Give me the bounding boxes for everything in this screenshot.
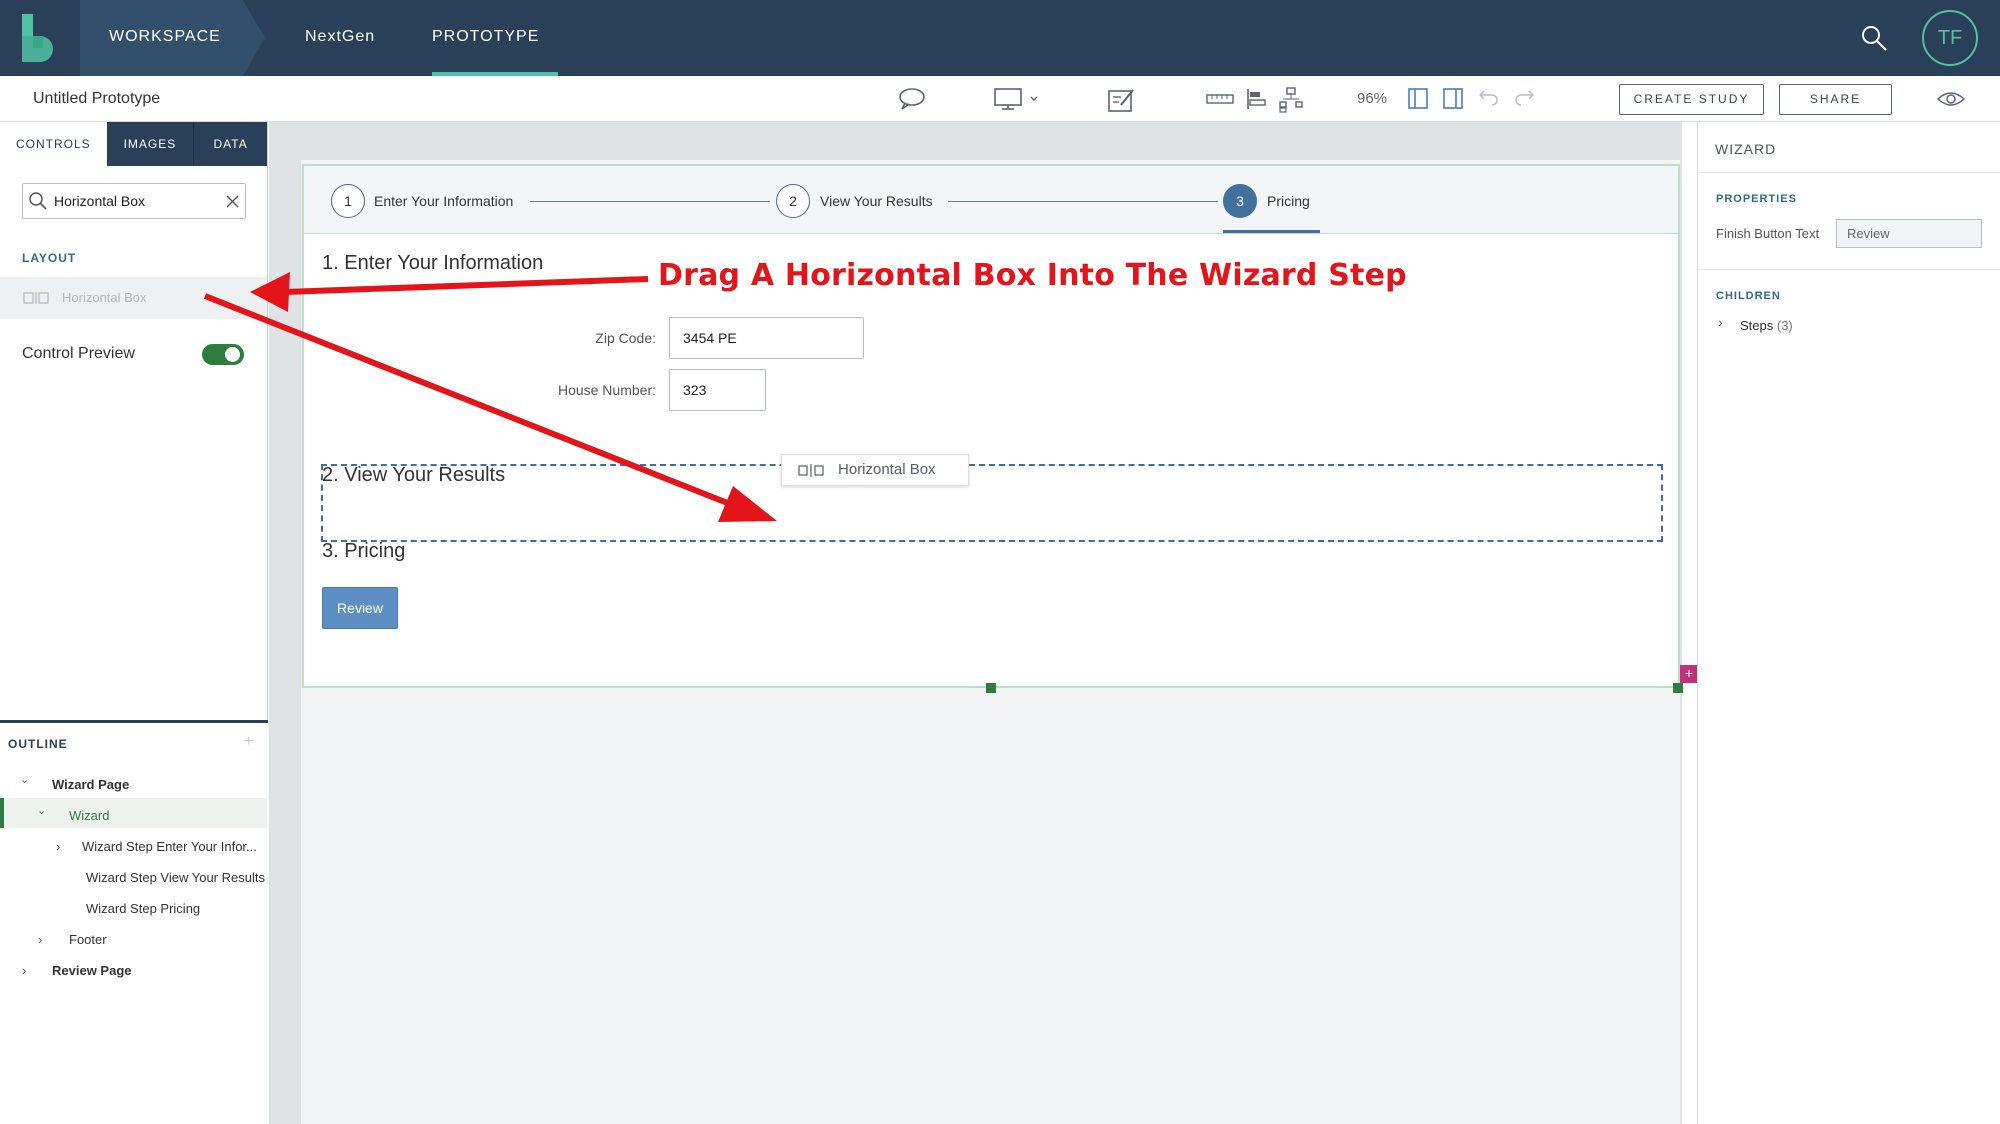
dragged-horizontal-box[interactable]: Horizontal Box — [781, 454, 969, 486]
align-icon[interactable] — [1245, 87, 1267, 111]
horizontal-box-control[interactable]: Horizontal Box — [0, 277, 267, 319]
control-preview-toggle[interactable] — [202, 344, 244, 365]
chevron-down-icon[interactable]: ⌄ — [20, 773, 29, 786]
resize-handle-bottom[interactable] — [986, 683, 996, 693]
layout-section-label: LAYOUT — [22, 251, 77, 265]
wizard-step-drop-zone[interactable] — [321, 464, 1663, 542]
outline-step-view[interactable]: Wizard Step View Your Results — [86, 870, 265, 885]
outline-step-pricing[interactable]: Wizard Step Pricing — [86, 901, 200, 916]
ruler-icon[interactable] — [1205, 87, 1235, 111]
tab-controls[interactable]: CONTROLS — [0, 122, 107, 166]
selected-control-title: WIZARD — [1715, 141, 1777, 157]
chevron-right-icon[interactable]: › — [22, 963, 26, 978]
step-2-label[interactable]: View Your Results — [820, 184, 933, 218]
resize-handle-corner[interactable] — [1673, 683, 1683, 693]
prototype-title[interactable]: Untitled Prototype — [33, 76, 160, 122]
edit-notes-icon[interactable] — [1107, 87, 1135, 113]
left-panel-toggle-icon[interactable] — [1407, 87, 1429, 111]
chevron-right-icon[interactable]: › — [56, 839, 60, 854]
outline-footer[interactable]: Footer — [69, 932, 107, 947]
add-outline-icon[interactable]: + — [244, 733, 253, 751]
search-value: Horizontal Box — [54, 193, 146, 209]
finish-button-text-label: Finish Button Text — [1716, 226, 1820, 241]
nav-prototype-label: PROTOTYPE — [432, 28, 540, 45]
review-button[interactable]: Review — [322, 587, 398, 629]
active-step-indicator — [1223, 230, 1320, 233]
user-avatar[interactable]: TF — [1922, 10, 1978, 66]
steps-label: Steps — [1740, 318, 1774, 333]
share-button[interactable]: SHARE — [1779, 84, 1892, 115]
step-3-label[interactable]: Pricing — [1267, 184, 1310, 218]
control-search-input[interactable]: Horizontal Box — [22, 183, 246, 219]
step-connector — [948, 201, 1218, 202]
outline-panel: OUTLINE + ⌄ Wizard Page ⌄ Wizard › Wizar… — [0, 720, 268, 1124]
search-icon[interactable] — [1860, 24, 1888, 52]
top-nav-bar: WORKSPACE NextGen PROTOTYPE⌄ TF — [0, 0, 2000, 115]
section-view-results-title: 2. View Your Results — [322, 464, 506, 486]
zip-code-input[interactable]: 3454 PE — [669, 317, 864, 359]
finish-button-text-input[interactable]: Review — [1836, 219, 1982, 248]
toolbar: Untitled Prototype 96% CREATE STUDY SHAR… — [0, 76, 2000, 122]
outline-review-page[interactable]: Review Page — [52, 963, 132, 978]
app-logo-icon[interactable] — [20, 14, 58, 62]
clear-icon[interactable] — [226, 195, 239, 208]
horizontal-box-icon — [798, 464, 824, 477]
panel-tabs: CONTROLS IMAGES DATA — [0, 122, 267, 166]
dragged-horizontal-box-label: Horizontal Box — [838, 461, 936, 478]
zoom-level[interactable]: 96% — [1357, 76, 1387, 122]
nav-workspace[interactable]: WORKSPACE — [109, 0, 221, 76]
chevron-down-icon[interactable]: ⌄ — [37, 804, 46, 817]
house-number-label: House Number: — [557, 382, 656, 398]
add-section-icon[interactable]: + — [1680, 665, 1698, 683]
properties-section-label: PROPERTIES — [1716, 193, 1797, 205]
children-steps[interactable]: Steps (3) — [1740, 318, 1793, 333]
comment-icon[interactable] — [898, 87, 926, 111]
left-panel: CONTROLS IMAGES DATA Horizontal Box LAYO… — [0, 122, 268, 1124]
create-study-button[interactable]: CREATE STUDY — [1619, 84, 1764, 115]
wizard-step-bar: 1 Enter Your Information 2 View Your Res… — [304, 166, 1678, 234]
nav-nextgen[interactable]: NextGen — [305, 0, 375, 76]
step-2-circle[interactable]: 2 — [776, 184, 810, 218]
tab-data[interactable]: DATA — [194, 122, 267, 166]
chevron-right-icon[interactable]: › — [38, 932, 42, 947]
divider — [1698, 269, 2000, 270]
section-pricing-title: 3. Pricing — [322, 540, 406, 562]
steps-count: (3) — [1776, 318, 1793, 333]
search-icon — [29, 192, 47, 210]
children-section-label: CHILDREN — [1716, 290, 1781, 302]
redo-icon[interactable] — [1513, 87, 1535, 107]
annotation-instruction: Drag A Horizontal Box Into The Wizard St… — [658, 258, 1407, 293]
preview-eye-icon[interactable] — [1936, 90, 1966, 108]
step-3-circle[interactable]: 3 — [1223, 184, 1257, 218]
section-enter-info-title: 1. Enter Your Information — [322, 252, 544, 274]
house-number-input[interactable]: 323 — [669, 369, 766, 411]
step-1-circle[interactable]: 1 — [331, 184, 365, 218]
tab-images[interactable]: IMAGES — [107, 122, 195, 166]
chevron-right-icon[interactable]: › — [1718, 314, 1723, 330]
divider — [1698, 172, 2000, 173]
undo-icon[interactable] — [1478, 87, 1500, 107]
right-panel-toggle-icon[interactable] — [1442, 87, 1464, 111]
control-preview-label: Control Preview — [22, 345, 135, 362]
hierarchy-icon[interactable] — [1279, 87, 1303, 113]
step-1-label[interactable]: Enter Your Information — [374, 184, 513, 218]
right-properties-panel: WIZARD PROPERTIES Finish Button Text Rev… — [1697, 122, 2000, 1124]
nav-prototype[interactable]: PROTOTYPE⌄ — [432, 0, 558, 115]
horizontal-box-label: Horizontal Box — [62, 290, 147, 305]
step-connector — [530, 201, 770, 202]
outline-wizard-page[interactable]: Wizard Page — [52, 777, 129, 792]
zip-code-label: Zip Code: — [595, 330, 656, 346]
outline-step-enter[interactable]: Wizard Step Enter Your Infor... — [82, 839, 257, 854]
outline-section-label: OUTLINE — [8, 737, 68, 751]
horizontal-box-icon — [23, 292, 49, 304]
desktop-device-icon[interactable] — [993, 87, 1041, 111]
wizard-control[interactable]: 1 Enter Your Information 2 View Your Res… — [302, 164, 1680, 688]
outline-wizard[interactable]: Wizard — [69, 808, 109, 823]
